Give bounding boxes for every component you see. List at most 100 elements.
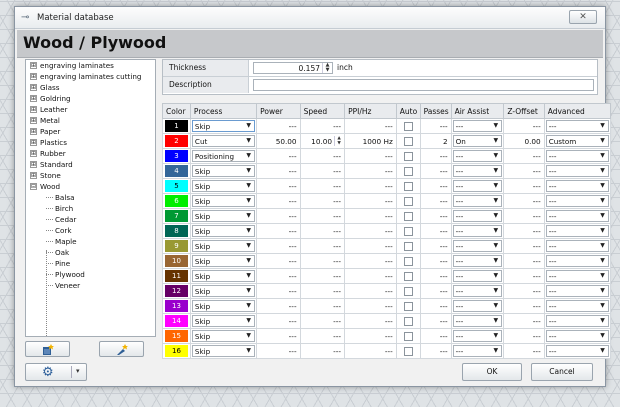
power-cell[interactable]: --- bbox=[256, 178, 301, 194]
speed-cell[interactable]: --- bbox=[299, 313, 346, 329]
power-cell[interactable]: --- bbox=[256, 148, 301, 164]
dropdown[interactable]: Skip ▼ bbox=[191, 240, 256, 252]
chevron-down-icon[interactable]: ▼ bbox=[243, 241, 254, 251]
air-assist-cell[interactable]: --- ▼ bbox=[450, 328, 505, 344]
z-offset-cell[interactable]: --- bbox=[503, 178, 545, 194]
advanced-cell[interactable]: --- ▼ bbox=[543, 193, 612, 209]
process-cell[interactable]: Skip ▼ bbox=[189, 223, 258, 239]
dropdown[interactable]: --- ▼ bbox=[452, 225, 503, 237]
air-assist-cell[interactable]: --- ▼ bbox=[450, 283, 505, 299]
advanced-cell[interactable]: --- ▼ bbox=[543, 238, 612, 254]
process-cell[interactable]: Skip ▼ bbox=[189, 328, 258, 344]
process-cell[interactable]: Skip ▼ bbox=[189, 253, 258, 269]
z-offset-cell[interactable]: --- bbox=[503, 208, 545, 224]
process-cell[interactable]: Skip ▼ bbox=[189, 193, 258, 209]
tree-expander-icon[interactable]: ⊞ bbox=[30, 117, 37, 124]
dropdown[interactable]: --- ▼ bbox=[545, 255, 609, 267]
color-swatch[interactable]: 12 bbox=[165, 285, 188, 297]
dropdown[interactable]: --- ▼ bbox=[545, 165, 609, 177]
new-material-button[interactable] bbox=[25, 341, 70, 357]
color-swatch[interactable]: 1 bbox=[165, 120, 188, 132]
chevron-down-icon[interactable]: ▼ bbox=[243, 301, 254, 311]
passes-cell[interactable]: --- bbox=[419, 178, 452, 194]
tree-expander-icon[interactable]: ⊞ bbox=[30, 73, 37, 80]
power-cell[interactable]: --- bbox=[256, 118, 301, 134]
auto-checkbox[interactable] bbox=[403, 346, 413, 356]
speed-cell[interactable]: --- bbox=[299, 223, 346, 239]
passes-cell[interactable]: --- bbox=[419, 163, 452, 179]
advanced-cell[interactable]: --- ▼ bbox=[543, 163, 612, 179]
auto-checkbox[interactable] bbox=[403, 121, 413, 131]
process-cell[interactable]: Skip ▼ bbox=[189, 298, 258, 314]
dropdown[interactable]: --- ▼ bbox=[545, 315, 609, 327]
tree-item[interactable]: ⊞ Plastics bbox=[26, 137, 155, 148]
chevron-down-icon[interactable]: ▼ bbox=[243, 346, 254, 356]
process-cell[interactable]: Skip ▼ bbox=[189, 178, 258, 194]
tree-expander-icon[interactable]: ⊟ bbox=[30, 183, 37, 190]
ppi-cell[interactable]: --- bbox=[344, 148, 397, 164]
tree-item-child[interactable]: Maple bbox=[26, 236, 155, 247]
ppi-cell[interactable]: --- bbox=[344, 328, 397, 344]
dropdown[interactable]: --- ▼ bbox=[545, 270, 609, 282]
speed-cell[interactable]: 10.00 ▲ ▼ bbox=[299, 133, 346, 149]
z-offset-cell[interactable]: --- bbox=[503, 268, 545, 284]
tree-item[interactable]: ⊞ Paper bbox=[26, 126, 155, 137]
tree-expander-icon[interactable]: ⊞ bbox=[30, 62, 37, 69]
ppi-cell[interactable]: --- bbox=[344, 253, 397, 269]
auto-checkbox[interactable] bbox=[403, 331, 413, 341]
chevron-down-icon[interactable]: ▼ bbox=[597, 286, 608, 296]
dropdown[interactable]: --- ▼ bbox=[452, 120, 503, 132]
air-assist-cell[interactable]: --- ▼ bbox=[450, 298, 505, 314]
advanced-cell[interactable]: --- ▼ bbox=[543, 118, 612, 134]
chevron-down-icon[interactable]: ▼ bbox=[243, 136, 254, 146]
chevron-down-icon[interactable]: ▼ bbox=[490, 346, 501, 356]
ppi-cell[interactable]: 1000 Hz bbox=[344, 133, 397, 149]
auto-checkbox[interactable] bbox=[403, 316, 413, 326]
dropdown[interactable]: --- ▼ bbox=[545, 225, 609, 237]
power-cell[interactable]: --- bbox=[256, 283, 301, 299]
dropdown[interactable]: Skip ▼ bbox=[191, 180, 256, 192]
power-cell[interactable]: --- bbox=[256, 343, 301, 359]
chevron-down-icon[interactable]: ▼ bbox=[597, 121, 608, 131]
dropdown[interactable]: --- ▼ bbox=[545, 210, 609, 222]
dropdown[interactable]: Skip ▼ bbox=[191, 270, 256, 282]
chevron-down-icon[interactable]: ▼ bbox=[243, 181, 254, 191]
dropdown[interactable]: --- ▼ bbox=[452, 285, 503, 297]
air-assist-cell[interactable]: --- ▼ bbox=[450, 178, 505, 194]
chevron-down-icon[interactable]: ▼ bbox=[597, 256, 608, 266]
z-offset-cell[interactable]: --- bbox=[503, 193, 545, 209]
ppi-cell[interactable]: --- bbox=[344, 178, 397, 194]
process-cell[interactable]: Skip ▼ bbox=[189, 283, 258, 299]
passes-cell[interactable]: --- bbox=[419, 253, 452, 269]
chevron-down-icon[interactable]: ▼ bbox=[597, 271, 608, 281]
thickness-input[interactable]: 0.157 ▲ ▼ bbox=[253, 62, 333, 74]
ppi-cell[interactable]: --- bbox=[344, 163, 397, 179]
dropdown[interactable]: --- ▼ bbox=[545, 285, 609, 297]
auto-checkbox[interactable] bbox=[403, 256, 413, 266]
air-assist-cell[interactable]: --- ▼ bbox=[450, 208, 505, 224]
auto-checkbox[interactable] bbox=[403, 136, 413, 146]
thickness-spinner[interactable]: ▲ ▼ bbox=[322, 63, 332, 73]
speed-cell[interactable]: --- bbox=[299, 193, 346, 209]
advanced-cell[interactable]: --- ▼ bbox=[543, 253, 612, 269]
dropdown[interactable]: --- ▼ bbox=[452, 165, 503, 177]
air-assist-cell[interactable]: On ▼ bbox=[450, 133, 505, 149]
color-swatch[interactable]: 10 bbox=[165, 255, 188, 267]
z-offset-cell[interactable]: --- bbox=[503, 283, 545, 299]
power-cell[interactable]: --- bbox=[256, 208, 301, 224]
dropdown[interactable]: Skip ▼ bbox=[191, 330, 256, 342]
advanced-cell[interactable]: --- ▼ bbox=[543, 343, 612, 359]
chevron-down-icon[interactable]: ▼ bbox=[490, 241, 501, 251]
dropdown[interactable]: --- ▼ bbox=[545, 120, 609, 132]
chevron-down-icon[interactable]: ▼ bbox=[243, 166, 254, 176]
dropdown[interactable]: Skip ▼ bbox=[191, 210, 256, 222]
advanced-cell[interactable]: --- ▼ bbox=[543, 268, 612, 284]
advanced-cell[interactable]: --- ▼ bbox=[543, 223, 612, 239]
chevron-down-icon[interactable]: ▼ bbox=[490, 286, 501, 296]
z-offset-cell[interactable]: --- bbox=[503, 148, 545, 164]
auto-checkbox[interactable] bbox=[403, 286, 413, 296]
color-swatch[interactable]: 8 bbox=[165, 225, 188, 237]
dropdown[interactable]: --- ▼ bbox=[545, 345, 609, 357]
dropdown[interactable]: --- ▼ bbox=[545, 240, 609, 252]
air-assist-cell[interactable]: --- ▼ bbox=[450, 118, 505, 134]
